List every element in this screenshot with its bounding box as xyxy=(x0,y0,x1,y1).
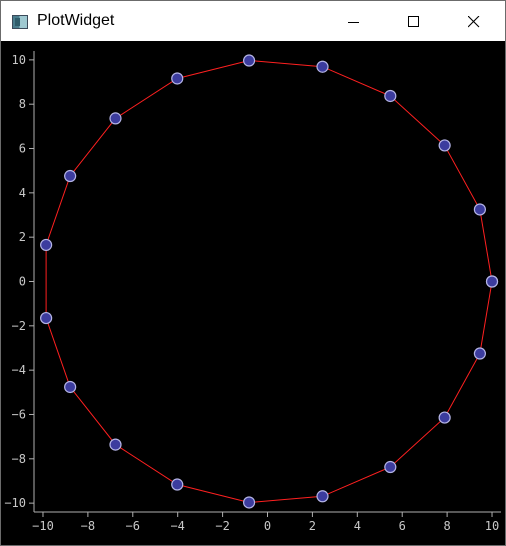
x-tick-label: −8 xyxy=(81,519,95,533)
x-tick-label: 6 xyxy=(399,519,406,533)
y-tick-label: −10 xyxy=(4,496,26,510)
data-point-marker xyxy=(384,89,397,103)
y-tick-label: 4 xyxy=(19,186,26,200)
minimize-icon xyxy=(348,22,359,23)
x-tick-label: −2 xyxy=(215,519,229,533)
x-tick-label: 8 xyxy=(443,519,450,533)
y-tick-label: −4 xyxy=(12,363,26,377)
minimize-button[interactable] xyxy=(331,1,377,41)
data-point-marker xyxy=(109,112,122,125)
data-point-marker xyxy=(473,347,486,360)
data-point-marker xyxy=(64,169,77,183)
data-point-marker xyxy=(40,238,53,252)
x-tick-label: −6 xyxy=(126,519,140,533)
y-tick-label: 2 xyxy=(19,230,26,244)
data-point-marker xyxy=(384,460,397,474)
data-point-marker xyxy=(438,411,451,424)
app-window-icon xyxy=(12,15,28,29)
data-point-marker xyxy=(242,54,256,67)
x-tick-label: −4 xyxy=(170,519,184,533)
y-tick-label: 8 xyxy=(19,97,26,111)
title-bar[interactable]: PlotWidget xyxy=(1,1,505,41)
data-point-marker xyxy=(40,311,53,325)
plot-window: PlotWidget −10 −8 −6 −4 −2 0 2 4 6 8 10 10 8 6 4 2 0 −2 −4… xyxy=(0,0,506,546)
data-point-marker xyxy=(242,496,256,509)
x-tick-label: −10 xyxy=(32,519,54,533)
x-tick-label: 10 xyxy=(485,519,499,533)
y-tick-label: −8 xyxy=(12,452,26,466)
data-point-marker xyxy=(316,490,329,503)
close-icon xyxy=(468,16,480,28)
y-tick-label: 0 xyxy=(19,275,26,289)
data-point-marker xyxy=(316,60,329,73)
close-button[interactable] xyxy=(451,1,497,41)
maximize-button[interactable] xyxy=(391,1,437,41)
line-chart: −10 −8 −6 −4 −2 0 2 4 6 8 10 10 8 6 4 2 0 −2 −4 −6 −8 −10 xyxy=(4,51,501,533)
data-point-marker xyxy=(64,380,77,394)
plot-canvas[interactable]: −10 −8 −6 −4 −2 0 2 4 6 8 10 10 8 6 4 2 0 −2 −4 −6 −8 −10 xyxy=(1,41,505,545)
y-tick-label: −6 xyxy=(12,407,26,421)
data-point-marker xyxy=(171,478,184,491)
x-tick-label: 0 xyxy=(264,519,271,533)
data-point-marker xyxy=(109,438,122,451)
data-point-marker xyxy=(485,275,499,288)
data-point-marker xyxy=(473,203,486,216)
window-title: PlotWidget xyxy=(37,12,115,29)
x-tick-label: 4 xyxy=(354,519,361,533)
data-point-marker xyxy=(438,139,451,152)
y-tick-label: −2 xyxy=(12,319,26,333)
maximize-icon xyxy=(408,16,419,27)
series-line xyxy=(45,59,493,504)
x-tick-label: 2 xyxy=(309,519,316,533)
y-tick-label: 10 xyxy=(12,53,26,67)
y-tick-label: 6 xyxy=(19,142,26,156)
data-point-marker xyxy=(171,72,184,85)
